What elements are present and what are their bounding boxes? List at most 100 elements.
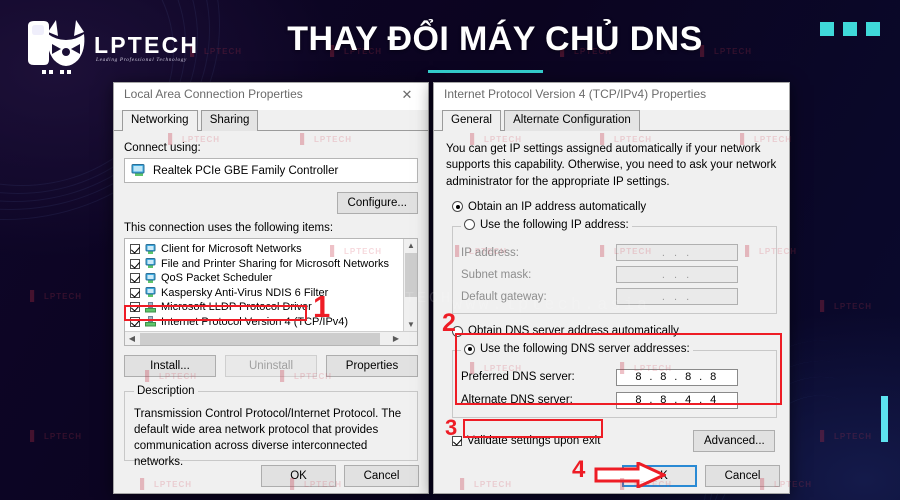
uninstall-button: Uninstall [225,355,317,377]
decor-square [866,22,880,36]
validate-settings-checkbox[interactable]: Validate settings upon exit [452,435,600,447]
description-group: Description Transmission Control Protoco… [124,385,418,468]
preferred-dns-label: Preferred DNS server: [461,371,575,384]
adapter-name: Realtek PCIe GBE Family Controller [153,164,339,177]
components-listbox[interactable]: Client for Microsoft Networks File and P… [124,238,418,346]
alternate-dns-field[interactable]: 8 . 8 . 4 . 4 [616,391,738,409]
radio-icon[interactable] [464,219,475,231]
decor-square [843,22,857,36]
protocol-icon [144,301,157,313]
list-item[interactable]: Kaspersky Anti-Virus NDIS 6 Filter [125,286,417,301]
tabstrip: Networking Sharing [114,110,428,131]
network-component-icon [144,272,157,284]
adapter-field: Realtek PCIe GBE Family Controller [124,158,418,183]
list-item-label: Kaspersky Anti-Virus NDIS 6 Filter [161,286,329,299]
default-gateway-field[interactable]: . . . [616,288,738,306]
default-gateway-label: Default gateway: [461,290,547,303]
description-text: Transmission Control Protocol/Internet P… [134,408,402,468]
network-component-icon [144,258,157,269]
ok-button[interactable]: OK [261,465,336,487]
decor-square [820,22,834,36]
checkbox-icon[interactable] [130,287,140,298]
list-item[interactable]: Microsoft LLDP Protocol Driver [125,300,417,315]
tab-general[interactable]: General [442,110,501,131]
manual-ip-group: Use the following IP address: IP address… [452,218,777,315]
validate-settings-label: Validate settings upon exit [467,434,601,447]
dialog-title: Internet Protocol Version 4 (TCP/IPv4) P… [444,87,707,101]
title-underline [428,70,543,73]
vertical-scrollbar[interactable]: ▲ ▼ [403,239,417,345]
scroll-down-icon[interactable]: ▼ [404,318,417,331]
ip-address-label: IP address: [461,246,519,259]
preferred-dns-field[interactable]: 8 . 8 . 8 . 8 [616,368,738,386]
tabstrip: General Alternate Configuration [434,110,789,131]
tab-alternate-configuration[interactable]: Alternate Configuration [504,110,640,131]
brand-tagline: Leading Professional Technology [96,57,188,63]
checkbox-icon[interactable] [130,258,140,269]
list-item-label: QoS Packet Scheduler [161,272,273,285]
checkbox-icon[interactable] [130,273,140,284]
alternate-dns-label: Alternate DNS server: [461,394,573,407]
radio-ip-manual[interactable]: Use the following IP address: [461,219,632,234]
radio-label: Obtain an IP address automatically [468,200,647,213]
close-icon[interactable]: ✕ [396,87,418,103]
configure-button[interactable]: Configure... [336,192,418,214]
page-title: THAY ĐỔI MÁY CHỦ DNS [287,20,703,58]
checkbox-icon[interactable] [130,244,140,255]
checkbox-icon[interactable] [130,302,140,313]
intro-text: You can get IP settings assigned automat… [446,143,777,188]
dialog-title: Local Area Connection Properties [124,87,303,101]
general-panel: You can get IP settings assigned automat… [434,131,789,462]
logo-mark-icon [22,18,88,78]
subnet-mask-field[interactable]: . . . [616,266,738,284]
list-item[interactable]: Client for Microsoft Networks [125,242,417,257]
horizontal-scrollbar[interactable]: ◀ ▶ [125,331,417,345]
radio-label: Use the following IP address: [480,218,629,231]
scrollbar-thumb[interactable] [405,253,417,297]
list-item[interactable]: File and Printer Sharing for Microsoft N… [125,257,417,272]
dialog-body: General Alternate Configuration You can … [434,110,789,462]
list-item[interactable]: QoS Packet Scheduler [125,271,417,286]
radio-icon[interactable] [452,201,463,213]
scrollbar-thumb[interactable] [140,333,380,345]
network-component-icon [144,243,157,255]
header: LPTECH Leading Professional Technology T… [0,0,900,88]
dialog-body: Networking Sharing Connect using: Realte… [114,110,428,469]
tab-sharing[interactable]: Sharing [200,110,259,131]
annotation-marker-1: 1 [313,289,331,324]
annotation-arrow-icon [594,460,668,490]
connect-using-label: Connect using: [124,142,201,154]
dialog-titlebar: Internet Protocol Version 4 (TCP/IPv4) P… [434,83,789,110]
ip-address-field[interactable]: . . . [616,244,738,262]
scroll-left-icon[interactable]: ◀ [125,332,139,345]
annotation-marker-3: 3 [445,415,458,440]
properties-button[interactable]: Properties [326,355,418,377]
scroll-up-icon[interactable]: ▲ [404,239,417,252]
radio-label: Use the following DNS server addresses: [480,343,690,356]
radio-icon[interactable] [464,343,475,355]
checkbox-icon[interactable] [130,316,140,327]
decor-squares [820,22,880,36]
list-item-label: Client for Microsoft Networks [161,243,302,256]
brand-wordmark: LPTECH [94,32,200,58]
list-item-label: File and Printer Sharing for Microsoft N… [161,257,390,270]
cancel-button[interactable]: Cancel [705,465,780,487]
advanced-button[interactable]: Advanced... [693,429,775,452]
subnet-mask-label: Subnet mask: [461,268,532,281]
tab-networking[interactable]: Networking [122,110,198,131]
cancel-button[interactable]: Cancel [344,465,419,487]
local-area-connection-properties-dialog: Local Area Connection Properties ✕ Netwo… [113,82,429,494]
manual-dns-group: Use the following DNS server addresses: … [452,343,777,418]
items-label: This connection uses the following items… [124,222,334,234]
scroll-right-icon[interactable]: ▶ [389,332,403,345]
radio-dns-manual[interactable]: Use the following DNS server addresses: [461,343,693,358]
radio-label: Obtain DNS server address automatically [468,325,679,338]
network-component-icon [144,287,157,298]
radio-ip-automatic[interactable]: Obtain an IP address automatically [452,201,777,213]
list-item-ipv4[interactable]: Internet Protocol Version 4 (TCP/IPv4) [125,315,417,330]
install-button[interactable]: Install... [124,355,216,377]
list-item-label: Microsoft LLDP Protocol Driver [161,301,312,314]
annotation-marker-2: 2 [442,309,456,337]
radio-dns-automatic[interactable]: Obtain DNS server address automatically [452,325,777,337]
protocol-icon [144,316,157,327]
